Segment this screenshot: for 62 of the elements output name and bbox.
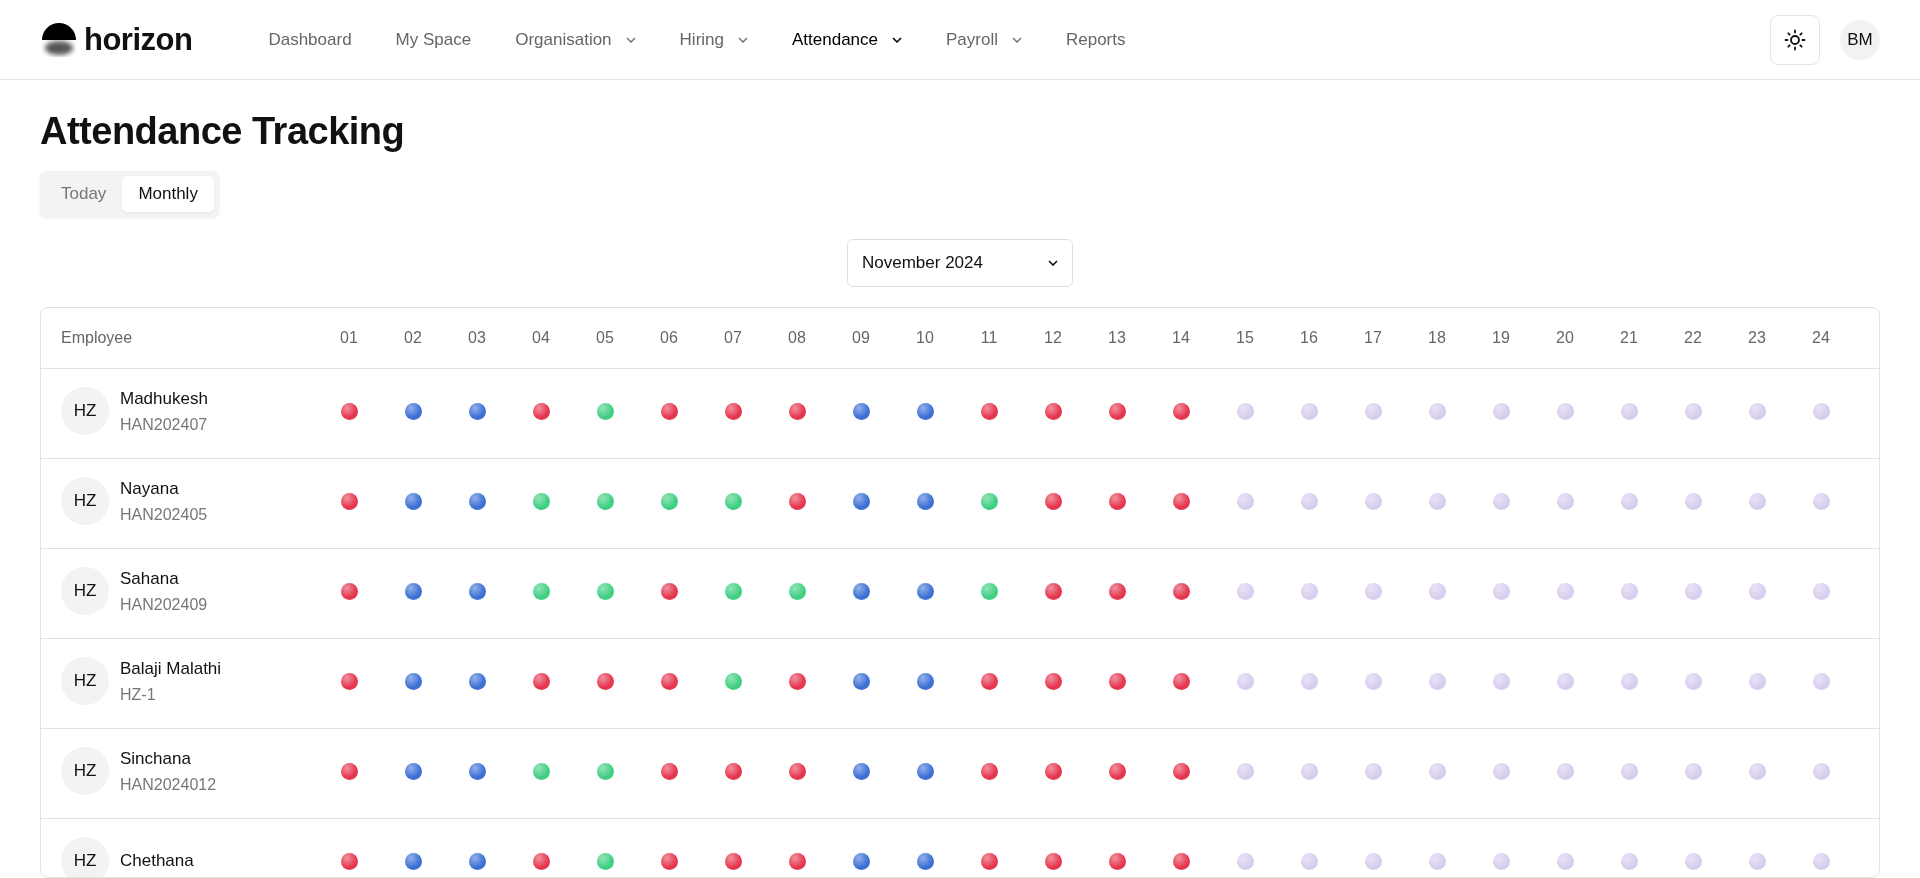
column-header: 23	[1747, 329, 1767, 347]
sun-icon	[1784, 28, 1806, 51]
column-header: 02	[403, 329, 423, 347]
column-header: 24	[1811, 329, 1831, 347]
theme-toggle-button[interactable]	[1770, 14, 1820, 65]
column-header: 15	[1235, 329, 1255, 347]
column-header: 13	[1107, 329, 1127, 347]
month-select[interactable]: November 2024	[847, 239, 1073, 287]
column-header: 17	[1363, 329, 1383, 347]
employee-name: Sinchana	[120, 748, 192, 769]
column-header: Employee	[60, 329, 134, 347]
nav-link[interactable]: Dashboard	[246, 21, 374, 58]
employee-avatar: HZ	[61, 837, 109, 877]
column-header: 03	[467, 329, 487, 347]
column-header: 14	[1171, 329, 1191, 347]
employee-avatar: HZ	[61, 387, 109, 435]
employee-name: Madhukesh	[120, 388, 208, 409]
employee-name: Nayana	[120, 478, 180, 499]
column-header: 06	[659, 329, 679, 347]
column-header: 21	[1619, 329, 1639, 347]
employee-name: Balaji Malathi	[120, 658, 222, 679]
nav-link[interactable]: Attendance	[770, 21, 924, 58]
user-avatar[interactable]: BM	[1840, 19, 1880, 60]
employee-id: HAN2024012	[120, 775, 217, 794]
employee-name: Sahana	[120, 568, 180, 589]
chevron-down-icon	[738, 36, 748, 43]
view-tab[interactable]: Today	[45, 176, 123, 212]
column-header: 09	[851, 329, 871, 347]
column-header: 05	[595, 329, 615, 347]
employee-id: HAN202405	[120, 505, 208, 524]
employee-avatar: HZ	[61, 747, 109, 795]
nav-link[interactable]: Payroll	[924, 21, 1044, 58]
column-header: 22	[1683, 329, 1703, 347]
employee-id: HZ-1	[120, 685, 157, 704]
employee-avatar: HZ	[61, 567, 109, 615]
column-header: 04	[531, 329, 551, 347]
logo-text: horizon	[84, 21, 193, 58]
column-header: 20	[1555, 329, 1575, 347]
column-header: 08	[787, 329, 807, 347]
view-tab[interactable]: Monthly	[122, 176, 214, 212]
nav-link[interactable]: Hiring	[657, 21, 770, 58]
column-header: 10	[915, 329, 935, 347]
chevron-down-icon	[625, 36, 636, 43]
employee-avatar: HZ	[61, 477, 109, 525]
nav-link[interactable]: Reports	[1043, 21, 1148, 58]
employee-avatar: HZ	[61, 657, 109, 705]
nav-link[interactable]: My Space	[373, 21, 494, 58]
column-header: 11	[979, 329, 999, 347]
employee-name: Chethana	[120, 851, 194, 871]
column-header: 18	[1427, 329, 1447, 347]
column-header: 19	[1491, 329, 1511, 347]
nav-link[interactable]: Organisation	[493, 21, 658, 58]
employee-id: HAN202407	[120, 415, 208, 434]
page-title: Attendance Tracking	[40, 110, 406, 153]
column-header: 01	[339, 329, 359, 347]
column-header: 16	[1299, 329, 1319, 347]
chevron-down-icon	[1048, 260, 1058, 266]
column-header: 07	[723, 329, 743, 347]
employee-id: HAN202409	[120, 595, 208, 614]
chevron-down-icon	[892, 36, 902, 43]
chevron-down-icon	[1011, 36, 1022, 43]
column-header: 12	[1043, 329, 1063, 347]
